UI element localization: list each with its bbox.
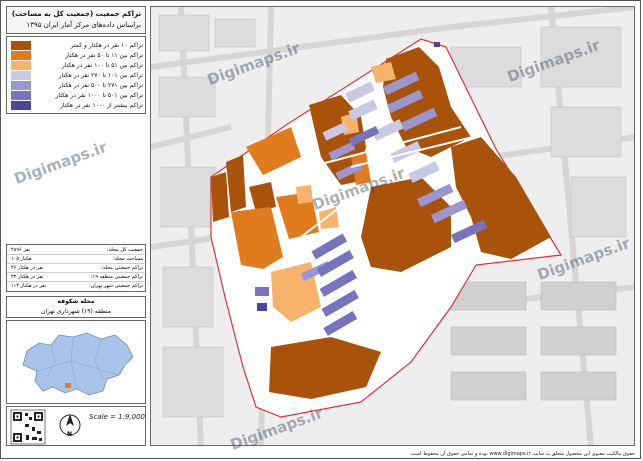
legend-item: تراکم بین ۲۷۱ تا ۵۰۰ نفر در هکتار [11,81,143,90]
legend-swatch [11,101,31,110]
scale-text: Scale = 1:9,000 [89,413,145,421]
stats-label: تراکم جمعیتی منطقه ۱۹: [90,274,143,280]
inset-svg [22,332,134,396]
legend-label: تراکم بین ۱۱ تا ۵۰ نفر در هکتار [65,52,143,59]
legend-swatch [11,81,31,90]
legend-label: تراکم بین ۱۰۱ تا ۲۷۰ نفر در هکتار [58,72,143,79]
district-name: منطقه (۱۹) شهرداری تهران [41,308,111,315]
legend-item: تراکم بیشتر از ۱۰۰۰ نفر در هکتار [11,101,143,110]
neighborhood-name: محله شکوفه [57,298,95,305]
stats-value: ۱۰۵ هکتار [11,256,32,262]
legend-swatch [11,61,31,70]
legend: تراکم ۱۰ نفر در هکتار و کمتر تراکم بین ۱… [6,36,146,114]
tehran-city-shape [22,332,134,396]
stats-row: ۱۰۵ هکتار مساحت محله: [7,255,147,264]
stats-row: ۴۶ نفر در هکتار تراکم جمعیتی محله: [7,264,147,273]
legend-item: تراکم بین ۵۰۱ تا ۱۰۰۰ نفر در هکتار [11,91,143,100]
stats-value: ۱۱۴ نفر در هکتار [11,283,47,289]
copyright-footer: حقوق مالکیت معنوی این محصول متعلق به سای… [409,451,635,457]
legend-label: تراکم بیشتر از ۱۰۰۰ نفر در هکتار [60,102,143,109]
stats-row: ۱۱۴ نفر در هکتار تراکم جمعیتی شهر تهران: [7,282,147,290]
stats-label: جمعیت کل محله: [106,247,143,253]
north-label: N [67,431,73,438]
stats-value: ۴۸۹۶ نفر [11,247,31,253]
stats-label: تراکم جمعیتی شهر تهران: [88,283,143,289]
neighborhood-marker [65,383,71,388]
stats-value: ۴۶ نفر در هکتار [11,265,44,271]
legend-swatch [11,91,31,100]
stats-table: ۴۸۹۶ نفر جمعیت کل محله: ۱۰۵ هکتار مساحت … [6,244,147,292]
legend-item: تراکم بین ۱۱ تا ۵۰ نفر در هکتار [11,51,143,60]
legend-label: تراکم ۱۰ نفر در هکتار و کمتر [70,42,143,49]
legend-item: تراکم بین ۵۱ تا ۱۰۰ نفر در هکتار [11,61,143,70]
legend-label: تراکم بین ۵۱ تا ۱۰۰ نفر در هکتار [61,62,143,69]
map-subtitle: براساس داده‌های مرکز آمار ایران ۱۳۹۵ [26,21,141,29]
map-title: تراکم جمعیت (جمعیت کل به مساحت) [11,10,141,18]
footer-panel: N Scale = 1:9,000 [6,406,146,446]
side-panel: تراکم جمعیت (جمعیت کل به مساحت) براساس د… [6,6,147,446]
legend-swatch [11,71,31,80]
qr-code-icon [10,409,46,445]
stats-label: مساحت محله: [112,256,143,262]
stats-label: تراکم جمعیتی محله: [101,265,143,271]
legend-item: تراکم ۱۰ نفر در هکتار و کمتر [11,41,143,50]
legend-label: تراکم بین ۲۷۱ تا ۵۰۰ نفر در هکتار [58,82,143,89]
locator-inset-map [6,320,146,404]
legend-swatch [11,51,31,60]
location-box: محله شکوفه منطقه (۱۹) شهرداری تهران [6,296,146,318]
legend-item: تراکم بین ۱۰۱ تا ۲۷۰ نفر در هکتار [11,71,143,80]
stats-value: ۳۲ نفر در هکتار [11,274,44,280]
legend-swatch [11,41,31,50]
stats-row: ۳۲ نفر در هکتار تراکم جمعیتی منطقه ۱۹: [7,273,147,282]
title-box: تراکم جمعیت (جمعیت کل به مساحت) براساس د… [6,6,146,34]
stats-row: ۴۸۹۶ نفر جمعیت کل محله: [7,246,147,255]
legend-label: تراکم بین ۵۰۱ تا ۱۰۰۰ نفر در هکتار [55,92,143,99]
